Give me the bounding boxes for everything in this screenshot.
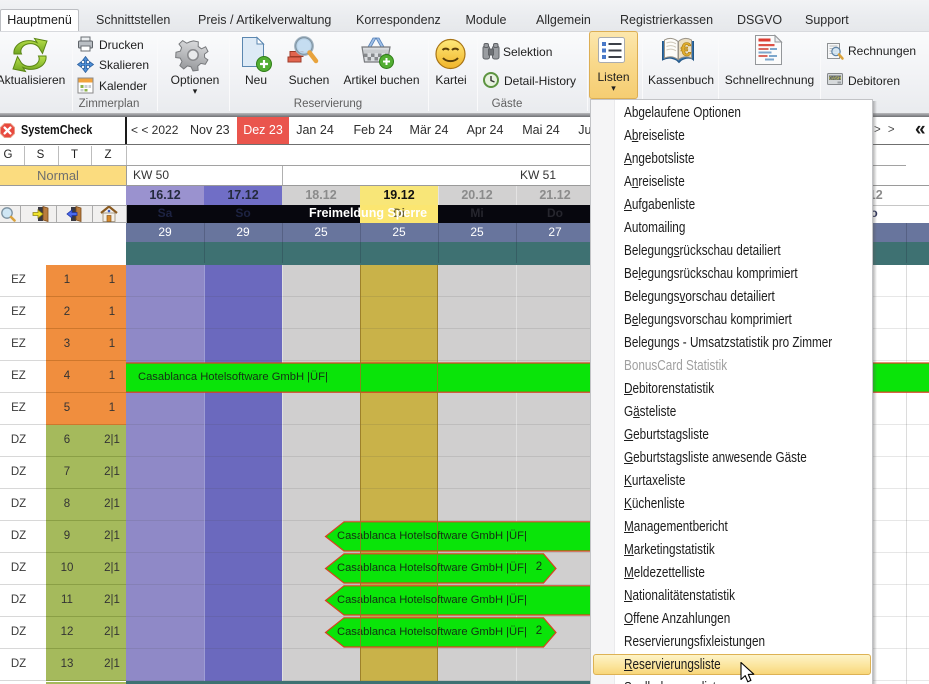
svg-text:CASH: CASH — [829, 76, 842, 81]
svg-text:€: € — [681, 40, 692, 61]
